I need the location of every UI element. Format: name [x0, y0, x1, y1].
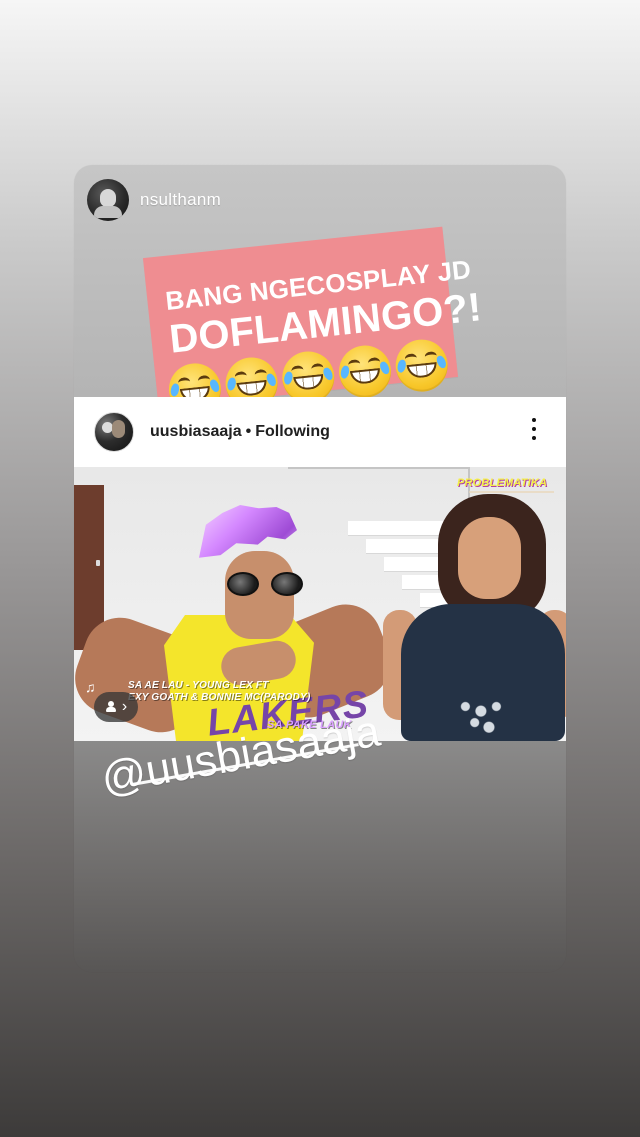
post-username[interactable]: uusbiasaaja: [150, 423, 242, 441]
music-note-icon: ♫: [85, 679, 96, 695]
following-label: Following: [255, 423, 330, 440]
brand-underline: [469, 491, 554, 493]
post-avatar-icon[interactable]: [94, 412, 134, 452]
story-card: nsulthanm BANG NGECOSPLAY JD DOFLAMINGO?…: [74, 165, 566, 972]
caption-sticker: BANG NGECOSPLAY JD DOFLAMINGO?!: [142, 226, 484, 419]
laughing-emoji-icon: [393, 337, 451, 395]
post-separator: •: [245, 423, 252, 440]
chevron-right-icon: ›: [121, 697, 128, 715]
song-title-line-2: EXY GOATH & BONNIE MC(PARODY): [128, 692, 311, 703]
user-icon: [105, 701, 117, 713]
more-vertical-icon[interactable]: [530, 418, 538, 444]
audio-pill-button[interactable]: ›: [94, 692, 138, 722]
post-media[interactable]: LAKERS PROBLEMATIKA SA AE LAU - YOUNG LE…: [74, 467, 566, 741]
story-header: nsulthanm: [87, 179, 221, 221]
woman-figure: [383, 494, 566, 741]
post-header: uusbiasaaja • Following: [74, 397, 566, 467]
brand-logo: PROBLEMATIKA: [457, 477, 548, 489]
story-username[interactable]: nsulthanm: [140, 190, 221, 210]
song-title-line-1: SA AE LAU - YOUNG LEX FT: [128, 680, 269, 691]
shared-post-card[interactable]: uusbiasaaja • Following LAKERS PROBLEMAT…: [74, 397, 566, 741]
laughing-emoji-icon: [336, 342, 394, 401]
profile-avatar-icon[interactable]: [87, 179, 129, 221]
